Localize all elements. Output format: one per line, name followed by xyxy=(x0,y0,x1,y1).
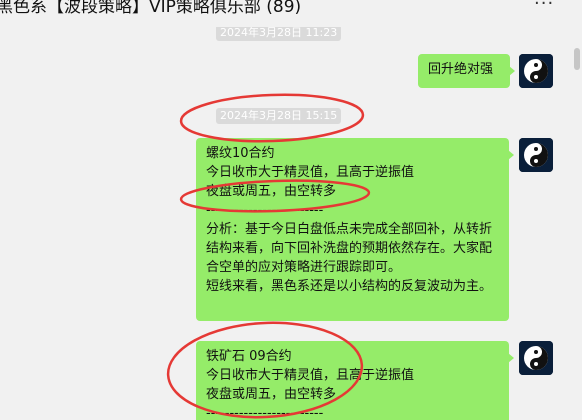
avatar[interactable] xyxy=(519,138,553,172)
message-text: 回升绝对强 xyxy=(428,62,494,77)
timestamp: 2024年3月28日 15:15 xyxy=(216,108,342,124)
message-text: ------------------------- xyxy=(206,406,324,420)
message-bubble[interactable]: 螺纹10合约 今日收市大于精灵值，且高于逆振值 夜盘或周五，由空转多 -----… xyxy=(196,138,514,321)
message-text: 今日收市大于精灵值，且高于逆振值 xyxy=(206,165,415,180)
timestamp: 2024年3月28日 11:23 xyxy=(216,27,342,41)
message-text: 短线来看，黑色系还是以小结构的反复波动为主。 xyxy=(206,279,493,294)
avatar[interactable] xyxy=(519,341,553,375)
more-icon[interactable]: ··· xyxy=(534,0,556,13)
chat-area[interactable]: 2024年3月28日 11:23 回升绝对强 2024年3月28日 15:15 … xyxy=(0,27,582,420)
message-text: 夜盘或周五，由空转多 xyxy=(206,184,337,199)
chat-title: 黑色系【波段策略】VIP策略俱乐部 (89) xyxy=(0,0,302,17)
window-titlebar: 黑色系【波段策略】VIP策略俱乐部 (89) ··· xyxy=(0,0,582,27)
message-text: 铁矿石 09合约 xyxy=(206,349,292,364)
yin-yang-icon xyxy=(519,138,553,172)
message-text: 夜盘或周五，由空转多 xyxy=(206,387,337,402)
message-text: 分析：基于今日白盘低点未完成全部回补，从转折结构来看，向下回补洗盘的预期依然存在… xyxy=(206,222,493,275)
message-text: ------------------------- xyxy=(206,203,324,218)
scrollbar[interactable] xyxy=(574,48,580,70)
message-text: 今日收市大于精灵值，且高于逆振值 xyxy=(206,368,415,383)
message-text: 螺纹10合约 xyxy=(206,146,275,161)
message-bubble[interactable]: 铁矿石 09合约 今日收市大于精灵值，且高于逆振值 夜盘或周五，由空转多 ---… xyxy=(196,341,514,420)
yin-yang-icon xyxy=(519,54,553,88)
avatar[interactable] xyxy=(519,54,553,88)
message-bubble[interactable]: 回升绝对强 xyxy=(418,54,515,88)
yin-yang-icon xyxy=(519,341,553,375)
